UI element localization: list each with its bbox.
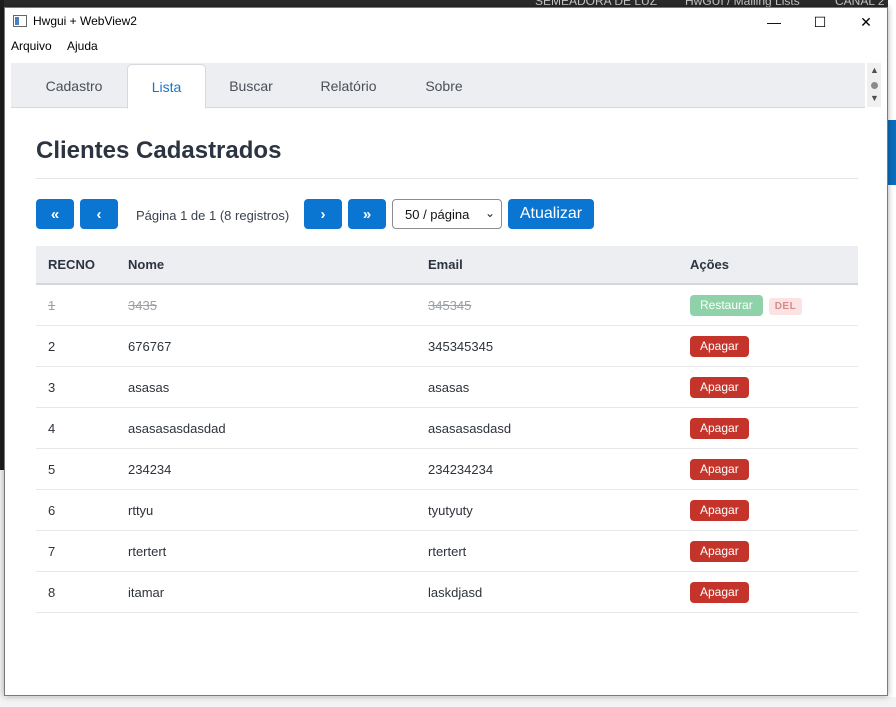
scroll-thumb[interactable]	[871, 82, 878, 89]
cell-email: asasasasdasd	[428, 407, 690, 449]
cell-nome: 234234	[128, 448, 428, 490]
cell-recno: 7	[36, 530, 128, 572]
title-bar[interactable]: Hwgui + WebView2 — ☐ ✕	[5, 8, 887, 36]
next-page-button[interactable]: ›	[304, 199, 342, 229]
table-header-row: RECNO Nome Email Ações	[36, 246, 858, 285]
cell-nome: 676767	[128, 325, 428, 367]
cell-recno: 4	[36, 407, 128, 449]
delete-button[interactable]: Apagar	[690, 417, 749, 439]
refresh-button[interactable]: Atualizar	[508, 199, 594, 229]
cell-email: 234234234	[428, 448, 690, 490]
tab-lista[interactable]: Lista	[127, 64, 206, 109]
column-header-email[interactable]: Email	[428, 246, 690, 285]
tab-buscar[interactable]: Buscar	[214, 63, 288, 107]
cell-email: rtertert	[428, 530, 690, 572]
tab-sobre[interactable]: Sobre	[409, 63, 479, 107]
clients-table: RECNO Nome Email Ações 1 3435 345345 Res…	[36, 246, 858, 613]
restore-button[interactable]: Restaurar	[690, 294, 763, 316]
desktop-background-right	[888, 0, 896, 707]
delete-button[interactable]: Apagar	[690, 376, 749, 398]
delete-button[interactable]: Apagar	[690, 581, 749, 603]
menu-bar: Arquivo Ajuda	[5, 36, 887, 56]
cell-nome: asasas	[128, 366, 428, 408]
cell-recno: 6	[36, 489, 128, 531]
delete-button[interactable]: Apagar	[690, 335, 749, 357]
window-title: Hwgui + WebView2	[33, 14, 137, 28]
maximize-button[interactable]: ☐	[797, 8, 843, 36]
column-header-nome[interactable]: Nome	[128, 246, 428, 285]
cell-nome: itamar	[128, 571, 428, 613]
table-row: 8 itamar laskdjasd Apagar	[36, 571, 858, 613]
menu-ajuda[interactable]: Ajuda	[67, 39, 98, 53]
scroll-up-icon[interactable]: ▲	[870, 65, 879, 75]
prev-page-button[interactable]: ‹	[80, 199, 118, 229]
delete-button[interactable]: Apagar	[690, 540, 749, 562]
menu-arquivo[interactable]: Arquivo	[11, 39, 52, 53]
cell-nome: 3435	[128, 297, 157, 313]
cell-email: 345345345	[428, 325, 690, 367]
pagination-info: Página 1 de 1 (8 registros)	[136, 208, 290, 223]
table-row: 6 rttyu tyutyuty Apagar	[36, 489, 858, 531]
title-divider	[36, 178, 858, 179]
table-row: 1 3435 345345 Restaurar DEL	[36, 284, 858, 326]
close-button[interactable]: ✕	[843, 8, 889, 36]
last-page-button[interactable]: »	[348, 199, 386, 229]
delete-button[interactable]: Apagar	[690, 458, 749, 480]
cell-email: tyutyuty	[428, 489, 690, 531]
minimize-button[interactable]: —	[751, 8, 797, 36]
background-accent	[888, 120, 896, 185]
cell-nome: asasasasdasdad	[128, 407, 428, 449]
tab-cadastro[interactable]: Cadastro	[29, 63, 119, 107]
scroll-down-icon[interactable]: ▼	[870, 93, 879, 103]
delete-button[interactable]: Apagar	[690, 499, 749, 521]
cell-recno: 5	[36, 448, 128, 490]
tab-scrollbar[interactable]: ▲ ▼	[867, 63, 881, 107]
app-icon	[13, 15, 27, 27]
first-page-button[interactable]: «	[36, 199, 74, 229]
table-row: 5 234234 234234234 Apagar	[36, 448, 858, 490]
desktop-background-bottom	[0, 697, 896, 707]
cell-recno: 2	[36, 325, 128, 367]
table-row: 2 676767 345345345 Apagar	[36, 325, 858, 367]
cell-email: asasas	[428, 366, 690, 408]
tab-bar: Cadastro Lista Buscar Relatório Sobre	[11, 63, 865, 109]
webview-content: Cadastro Lista Buscar Relatório Sobre ▲ …	[11, 63, 881, 693]
cell-nome: rttyu	[128, 489, 428, 531]
tab-relatorio[interactable]: Relatório	[301, 63, 396, 107]
cell-recno: 8	[36, 571, 128, 613]
cell-recno: 1	[48, 297, 56, 313]
column-header-acoes: Ações	[690, 246, 858, 285]
cell-nome: rtertert	[128, 530, 428, 572]
page-title: Clientes Cadastrados	[36, 137, 282, 164]
cell-email: laskdjasd	[428, 571, 690, 613]
table-row: 7 rtertert rtertert Apagar	[36, 530, 858, 572]
column-header-recno[interactable]: RECNO	[36, 246, 128, 285]
table-row: 4 asasasasdasdad asasasasdasd Apagar	[36, 407, 858, 449]
chevron-down-icon: ⌄	[484, 206, 495, 220]
deleted-badge: DEL	[768, 297, 803, 315]
app-window: Hwgui + WebView2 — ☐ ✕ Arquivo Ajuda Cad…	[4, 7, 888, 696]
table-row: 3 asasas asasas Apagar	[36, 366, 858, 408]
per-page-select[interactable]: 50 / página ⌄	[392, 199, 502, 229]
desktop-background-top: SEMEADORA DE LUZ HwGUI / Mailing Lists C…	[0, 0, 896, 8]
per-page-value: 50 / página	[405, 207, 470, 222]
cell-email: 345345	[428, 297, 472, 313]
cell-recno: 3	[36, 366, 128, 408]
